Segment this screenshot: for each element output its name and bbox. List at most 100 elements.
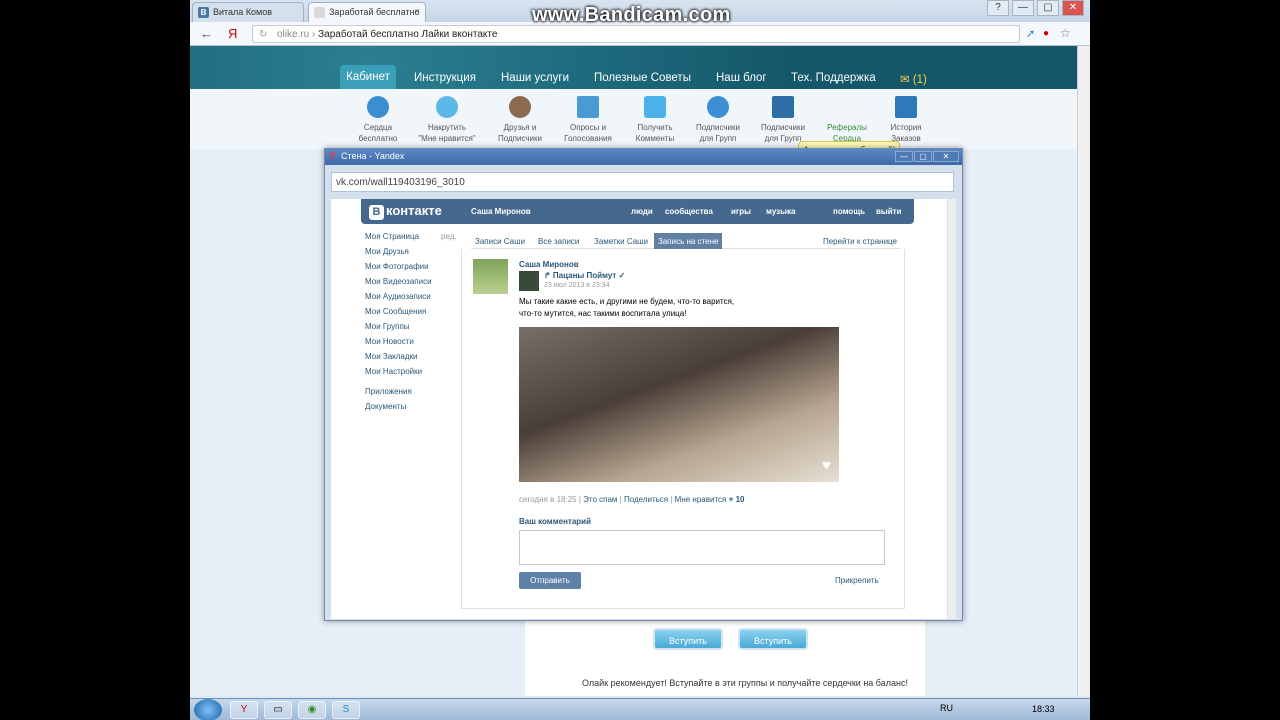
pin-icon[interactable]: ➚ — [1026, 27, 1035, 40]
bookmark-star-icon[interactable]: ☆ — [1060, 26, 1071, 40]
nav-cabinet[interactable]: Кабинет — [340, 65, 396, 90]
skype-taskbar-icon[interactable]: S — [332, 701, 360, 719]
like-count[interactable]: 10 — [736, 495, 745, 504]
nav-instruction[interactable]: Инструкция — [414, 72, 476, 84]
language-indicator[interactable]: RU — [940, 703, 953, 713]
refresh-icon[interactable]: ↻ — [259, 29, 267, 40]
nav-tips[interactable]: Полезные Советы — [594, 72, 691, 84]
spam-link[interactable]: Это спам — [583, 495, 617, 504]
sidebar-item[interactable]: Мои Новости — [365, 337, 460, 352]
subnav-likes[interactable]: Накрутить "Мне нравится" — [412, 96, 482, 144]
share-link[interactable]: Поделиться — [624, 495, 668, 504]
like-link[interactable]: Мне нравится — [675, 495, 727, 504]
sidebar-item[interactable]: Мои Фотографии — [365, 262, 460, 277]
page-scrollbar[interactable] — [1077, 46, 1090, 696]
popup-maximize-button[interactable]: ▢ — [914, 151, 932, 162]
goto-page-link[interactable]: Перейти к странице — [823, 237, 897, 246]
sidebar-item[interactable]: Мои Друзья — [365, 247, 460, 262]
vk-user-name[interactable]: Саша Миронов — [471, 207, 531, 216]
repost-group[interactable]: ↱ Пацаны Поймут ✓ — [544, 271, 625, 280]
popup-title: Стена - Yandex — [341, 151, 405, 161]
post-date[interactable]: 23 июл 2013 в 23:34 — [544, 282, 609, 289]
nav-services[interactable]: Наши услуги — [501, 72, 569, 84]
chrome-taskbar-icon[interactable]: ◉ — [298, 701, 326, 719]
subnav-group-subscribers-rss[interactable]: Подписчики для Групп — [748, 96, 818, 144]
tab-user-posts[interactable]: Записи Саши — [471, 233, 529, 249]
post-author[interactable]: Саша Миронов — [519, 260, 579, 269]
post-text-line: Мы такие какие есть, и другими не будем,… — [519, 297, 735, 306]
minimize-button[interactable]: — — [1012, 0, 1034, 16]
explorer-taskbar-icon[interactable]: ▭ — [264, 701, 292, 719]
tab-vk[interactable]: В Витала Комов — [192, 2, 304, 22]
tab-notes[interactable]: Заметки Саши — [590, 233, 652, 249]
screen: В Витала Комов Заработай бесплатно × ? —… — [190, 0, 1090, 720]
vk-menu-communities[interactable]: сообщества — [665, 207, 713, 216]
close-window-button[interactable]: ✕ — [1062, 0, 1084, 16]
address-bar[interactable]: ↻ olike.ru › Заработай бесплатно Лайки в… — [252, 25, 1020, 43]
mail-notification[interactable]: ✉ (1) — [900, 72, 927, 86]
close-tab-icon[interactable]: × — [415, 6, 420, 16]
tab-olike[interactable]: Заработай бесплатно × — [308, 2, 426, 22]
sidebar-item[interactable]: Мои Настройки — [365, 367, 460, 382]
vk-menu-people[interactable]: люди — [631, 207, 653, 216]
post-meta: сегодня в 18:25 | Это спам | Поделиться … — [519, 495, 745, 504]
subnav-group-subscribers[interactable]: Подписчики для Групп — [683, 96, 753, 144]
subnav-free-hearts[interactable]: Сердца бесплатно — [343, 96, 413, 144]
help-button[interactable]: ? — [987, 0, 1009, 16]
sidebar-item[interactable]: Мои Аудиозаписи — [365, 292, 460, 307]
sidebar-item[interactable]: Мои Группы — [365, 322, 460, 337]
join-button[interactable]: Вступить — [738, 628, 808, 650]
popup-window: Y Стена - Yandex — ▢ ✕ vk.com/wall119403… — [324, 148, 963, 621]
start-button[interactable] — [194, 699, 222, 720]
post-photo[interactable]: ♥ — [519, 327, 839, 482]
sidebar-item[interactable]: Мои Видеозаписи — [365, 277, 460, 292]
yandex-logo-icon: Y — [329, 151, 336, 162]
popup-page: Вконтакте Саша Миронов люди сообщества и… — [331, 199, 956, 619]
popup-titlebar[interactable]: Y Стена - Yandex — ▢ ✕ — [325, 149, 962, 165]
heart-icon[interactable]: ♥ — [822, 457, 831, 474]
url-domain: olike.ru — [277, 29, 310, 40]
like-heart-icon[interactable]: ♥ — [729, 495, 734, 504]
back-button[interactable]: ← — [200, 26, 213, 41]
yandex-taskbar-icon[interactable]: Y — [230, 701, 258, 719]
tab-all-posts[interactable]: Все записи — [534, 233, 583, 249]
subnav-friends[interactable]: Друзья и Подписчики — [485, 96, 555, 144]
nav-blog[interactable]: Наш блог — [716, 72, 767, 84]
clock[interactable]: 18:33 — [1032, 704, 1055, 714]
popup-minimize-button[interactable]: — — [895, 151, 913, 162]
yandex-button[interactable]: Я — [228, 26, 237, 41]
vk-menu-help[interactable]: помощь — [833, 207, 865, 216]
vk-menu-music[interactable]: музыка — [766, 207, 795, 216]
vk-logo[interactable]: Вконтакте — [369, 203, 442, 220]
site-header: Кабинет Инструкция Наши услуги Полезные … — [190, 46, 1077, 90]
sidebar-item[interactable]: Документы — [365, 402, 460, 417]
popup-close-button[interactable]: ✕ — [933, 151, 959, 162]
group-avatar[interactable] — [519, 271, 539, 291]
attach-link[interactable]: Прикрепить — [835, 576, 879, 585]
post-text-line: что-то мутится, нас такими воспитала ули… — [519, 309, 687, 318]
vk-menu-games[interactable]: игры — [731, 207, 751, 216]
popup-address-bar[interactable]: vk.com/wall119403196_3010 — [331, 172, 954, 192]
join-button[interactable]: Вступить — [653, 628, 723, 650]
tab-wall-post[interactable]: Запись на стене — [654, 233, 723, 249]
group-icon — [707, 96, 729, 118]
sidebar-edit-link[interactable]: ред. — [441, 232, 457, 241]
popup-scrollbar[interactable] — [947, 199, 956, 619]
subnav-polls[interactable]: Опросы и Голосования — [553, 96, 623, 144]
sidebar-item[interactable]: Приложения — [365, 387, 460, 402]
subnav-comments[interactable]: Получить Комменты — [620, 96, 690, 144]
maximize-button[interactable]: ▢ — [1037, 0, 1059, 16]
nav-support[interactable]: Тех. Поддержка — [791, 72, 876, 84]
send-button[interactable]: Отправить — [519, 572, 581, 589]
url-separator: › — [309, 29, 319, 40]
subnav-history[interactable]: История Заказов — [871, 96, 941, 144]
vk-menu-logout[interactable]: выйти — [876, 207, 902, 216]
sidebar-item[interactable]: Мои Сообщения — [365, 307, 460, 322]
user-icon — [509, 96, 531, 118]
vk-b-icon: В — [369, 205, 384, 220]
adblock-icon[interactable]: ● — [1043, 28, 1049, 39]
sidebar-item[interactable]: Мои Закладки — [365, 352, 460, 367]
avatar[interactable] — [473, 259, 508, 294]
vk-sidebar: ред. Моя Страница Мои Друзья Мои Фотогра… — [365, 232, 460, 417]
comment-input[interactable] — [519, 530, 885, 565]
